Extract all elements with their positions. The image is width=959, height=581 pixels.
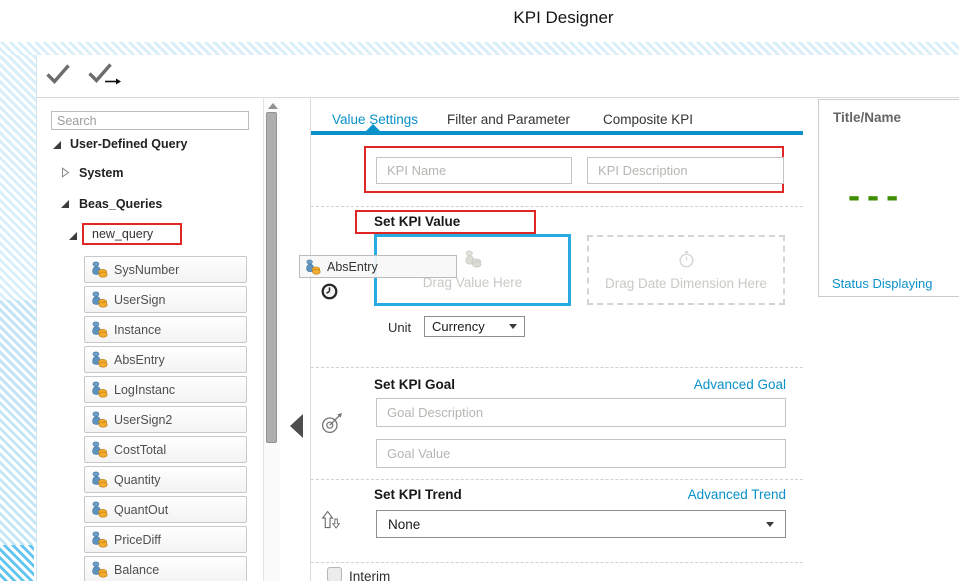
goal-target-icon (320, 411, 344, 435)
chevron-down-icon (766, 522, 774, 527)
section-title-value: Set KPI Value (374, 214, 460, 229)
sidebar-scrollbar-thumb[interactable] (266, 112, 277, 443)
tree-toggle-collapsed-icon[interactable] (61, 167, 70, 178)
tree-node-user-defined-query[interactable]: User-Defined Query (70, 137, 187, 151)
striped-band-left-bottom (0, 545, 34, 581)
kpi-name-input[interactable] (376, 157, 572, 184)
tab-composite-kpi[interactable]: Composite KPI (603, 112, 693, 127)
kpi-description-input[interactable] (587, 157, 784, 184)
section-divider (311, 562, 803, 563)
field-item-absentry[interactable]: AbsEntry (84, 346, 247, 373)
confirm-button[interactable] (44, 62, 72, 86)
field-item-instance[interactable]: Instance (84, 316, 247, 343)
section-title-goal: Set KPI Goal (374, 377, 455, 392)
sidebar-collapse-arrow[interactable] (290, 414, 303, 438)
section-divider (311, 367, 803, 368)
goal-value-input[interactable] (376, 439, 786, 468)
unit-select[interactable]: Currency (424, 316, 525, 337)
scrollbar-up-arrow-icon[interactable] (268, 103, 278, 109)
measure-field-icon (91, 381, 108, 398)
field-item-balance[interactable]: Balance (84, 556, 247, 581)
confirm-and-next-button[interactable] (86, 61, 122, 87)
section-divider (311, 479, 803, 480)
measure-field-icon (91, 441, 108, 458)
measure-field-icon (91, 261, 108, 278)
measure-field-icon (91, 291, 108, 308)
measure-field-icon (91, 471, 108, 488)
goal-description-input[interactable] (376, 398, 786, 427)
unit-label: Unit (388, 320, 411, 335)
preview-title: Title/Name (833, 110, 901, 125)
active-tab-indicator (366, 124, 380, 131)
field-item-loginstanc[interactable]: LogInstanc (84, 376, 247, 403)
interim-label: Interim (349, 569, 390, 581)
search-input[interactable] (51, 111, 249, 130)
toolbar-divider (36, 97, 959, 98)
measure-field-icon (91, 351, 108, 368)
striped-band-left-mid (0, 300, 36, 545)
tree-node-beas-queries[interactable]: Beas_Queries (79, 197, 162, 211)
field-item-costtotal[interactable]: CostTotal (84, 436, 247, 463)
advanced-trend-link[interactable]: Advanced Trend (688, 487, 786, 502)
field-item-usersign2[interactable]: UserSign2 (84, 406, 247, 433)
chevron-down-icon (509, 324, 517, 329)
advanced-goal-link[interactable]: Advanced Goal (694, 377, 786, 392)
tree-toggle-expanded-icon[interactable] (53, 141, 61, 149)
drag-date-dimension-dropzone[interactable]: Drag Date Dimension Here (587, 235, 785, 305)
measure-field-icon (91, 501, 108, 518)
field-item-usersign[interactable]: UserSign (84, 286, 247, 313)
interim-checkbox[interactable] (327, 567, 342, 581)
app-header: KPI Designer (0, 0, 959, 42)
page-title: KPI Designer (168, 8, 959, 28)
measure-field-icon (91, 531, 108, 548)
dragged-field-chip[interactable]: AbsEntry (299, 255, 457, 278)
content-left-border (310, 98, 311, 581)
stopwatch-icon (677, 250, 696, 269)
measure-field-icon (91, 561, 108, 578)
tree-node-new-query[interactable]: new_query (92, 227, 153, 241)
tree-node-system[interactable]: System (79, 166, 123, 180)
trend-select[interactable]: None (376, 510, 786, 538)
tree-toggle-expanded-icon[interactable] (69, 232, 77, 240)
field-item-sysnumber[interactable]: SysNumber (84, 256, 247, 283)
drag-busy-clock-icon (321, 283, 338, 300)
section-divider (311, 206, 803, 207)
striped-band-top (0, 42, 959, 55)
measure-field-icon (91, 321, 108, 338)
field-item-quantout[interactable]: QuantOut (84, 496, 247, 523)
measure-placeholder-icon (464, 250, 482, 268)
measure-field-icon (305, 259, 321, 275)
trend-arrows-icon (321, 508, 340, 530)
kpi-preview-panel: Title/Name --- Status Displaying (818, 99, 959, 297)
field-item-quantity[interactable]: Quantity (84, 466, 247, 493)
kpi-designer-window: KPI Designer User-Defined Query System B… (0, 0, 959, 581)
tab-filter-and-parameter[interactable]: Filter and Parameter (447, 112, 570, 127)
status-displaying-link[interactable]: Status Displaying (832, 276, 932, 291)
section-title-trend: Set KPI Trend (374, 487, 462, 502)
striped-band-left (0, 55, 36, 300)
measure-field-icon (91, 411, 108, 428)
tab-underline (311, 131, 803, 135)
tree-toggle-expanded-icon[interactable] (61, 200, 69, 208)
preview-empty-value: --- (845, 180, 902, 215)
field-item-pricediff[interactable]: PriceDiff (84, 526, 247, 553)
